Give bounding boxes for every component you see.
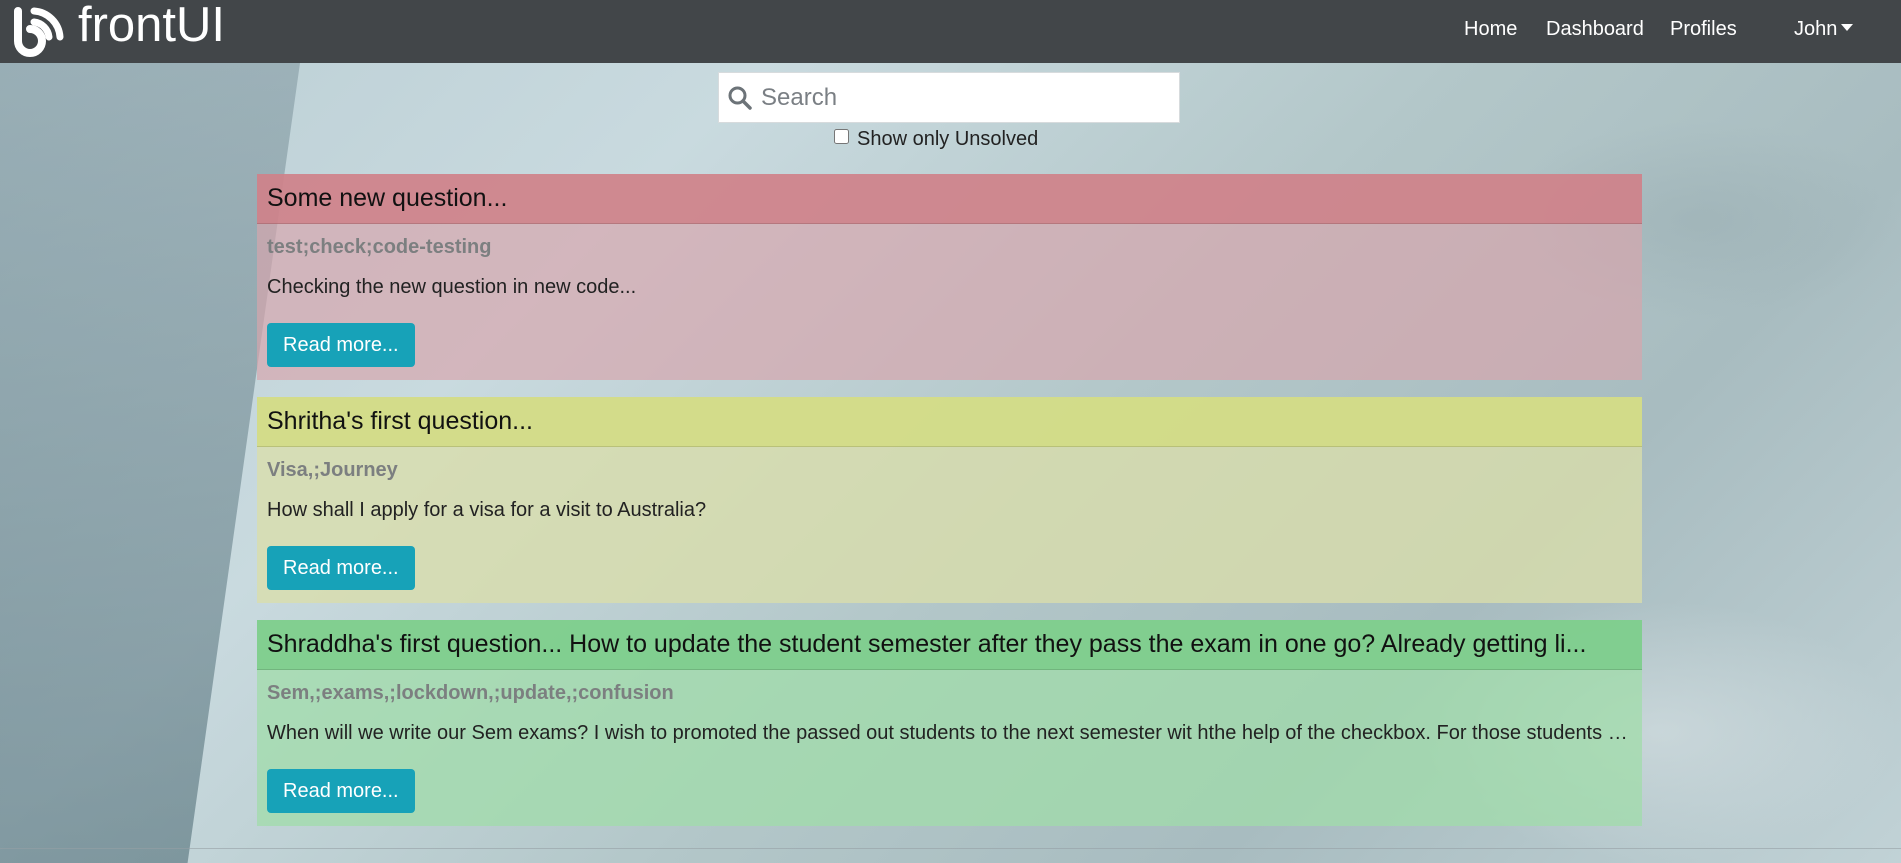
question-tags: Visa,;Journey (267, 459, 398, 481)
question-tags: Sem,;exams,;lockdown,;update,;confusion (267, 682, 674, 704)
question-text: How shall I apply for a visa for a visit… (267, 499, 707, 521)
question-card: Shraddha's first question... How to upda… (257, 620, 1642, 826)
question-title: Shraddha's first question... How to upda… (257, 620, 1642, 670)
question-card: Some new question... test;check;code-tes… (257, 174, 1642, 380)
rss-logo-icon (14, 6, 64, 57)
background-laptop-shape (0, 63, 301, 863)
question-tags: test;check;code-testing (267, 236, 492, 258)
search-box (718, 72, 1180, 123)
read-more-button[interactable]: Read more... (267, 546, 415, 590)
brand-link[interactable]: frontUI (12, 0, 225, 63)
read-more-button[interactable]: Read more... (267, 769, 415, 813)
user-menu-dropdown[interactable]: John (1794, 18, 1854, 41)
caret-down-icon (1841, 24, 1854, 31)
question-title: Some new question... (257, 174, 1642, 224)
nav-home-link[interactable]: Home (1464, 18, 1517, 41)
question-title: Shritha's first question... (257, 397, 1642, 447)
read-more-button[interactable]: Read more... (267, 323, 415, 367)
search-input[interactable] (759, 82, 1163, 113)
question-text: Checking the new question in new code... (267, 276, 637, 298)
question-card: Shritha's first question... Visa,;Journe… (257, 397, 1642, 603)
unsolved-filter: Show only Unsolved (834, 128, 1038, 151)
top-navbar: frontUI Home Dashboard Profiles John (0, 0, 1901, 63)
unsolved-checkbox[interactable] (834, 129, 849, 144)
user-name: John (1794, 18, 1838, 40)
question-text: When will we write our Sem exams? I wish… (267, 722, 1632, 744)
nav-profiles-link[interactable]: Profiles (1670, 18, 1737, 41)
divider (0, 848, 1901, 849)
question-body: test;check;code-testing Checking the new… (257, 224, 1642, 377)
brand-name: frontUI (78, 0, 226, 52)
question-body: Visa,;Journey How shall I apply for a vi… (257, 447, 1642, 600)
nav-dashboard-link[interactable]: Dashboard (1546, 18, 1644, 41)
question-body: Sem,;exams,;lockdown,;update,;confusion … (257, 670, 1642, 823)
unsolved-checkbox-label: Show only Unsolved (857, 128, 1039, 150)
search-icon (728, 86, 752, 110)
